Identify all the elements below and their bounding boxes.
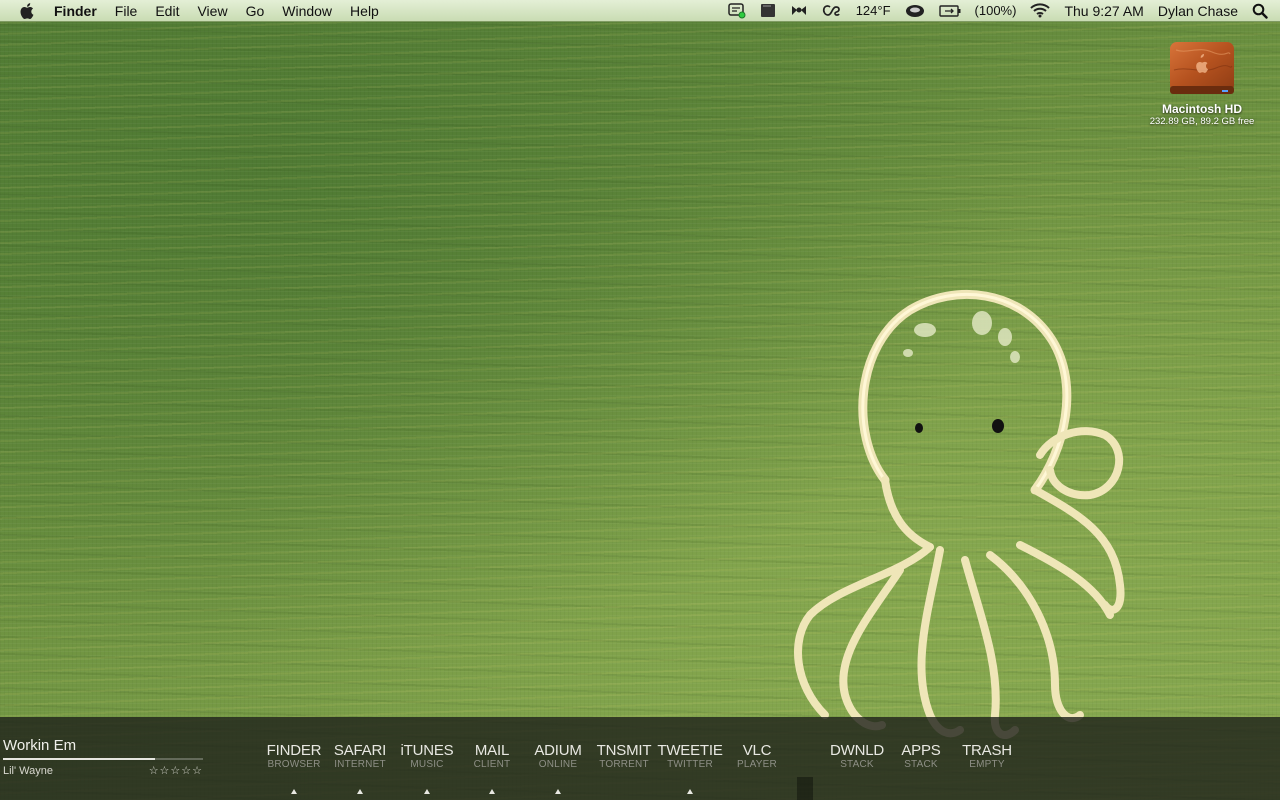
dock-item-sublabel: PLAYER bbox=[737, 759, 777, 770]
menu-file[interactable]: File bbox=[115, 3, 138, 19]
display-eye-icon[interactable] bbox=[905, 4, 925, 18]
now-playing-track: Workin Em bbox=[3, 737, 77, 754]
dock-item-label: SAFARI bbox=[333, 742, 387, 759]
now-playing-meta: Lil' Wayne ☆☆☆☆☆ bbox=[3, 764, 203, 778]
dock-item-label: iTUNES bbox=[400, 742, 454, 759]
temperature-readout[interactable]: 124°F bbox=[856, 3, 891, 18]
terminal-icon[interactable] bbox=[760, 3, 776, 18]
menu-go[interactable]: Go bbox=[246, 3, 265, 19]
dock-item-trash[interactable]: TRASH EMPTY bbox=[952, 742, 1022, 770]
dock-item-label: ADIUM bbox=[534, 742, 582, 759]
running-indicator bbox=[687, 789, 693, 794]
menu-help[interactable]: Help bbox=[350, 3, 379, 19]
macintosh-hd-desktop-icon[interactable]: Macintosh HD 232.89 GB, 89.2 GB free bbox=[1146, 40, 1258, 128]
dock-item-vlc[interactable]: VLC PLAYER bbox=[722, 742, 792, 770]
battery-percent[interactable]: (100%) bbox=[975, 3, 1017, 18]
apple-menu-icon[interactable] bbox=[19, 2, 37, 20]
running-indicator bbox=[489, 789, 495, 794]
status-area: 124°F (100%) Thu 9:27 AM Dylan Chase bbox=[727, 0, 1280, 22]
menubar-clock[interactable]: Thu 9:27 AM bbox=[1064, 3, 1143, 19]
dock-item-sublabel: EMPTY bbox=[969, 759, 1005, 770]
dock-item-sublabel: CLIENT bbox=[473, 759, 511, 770]
dock-item-label: TRASH bbox=[962, 742, 1012, 759]
menu-view[interactable]: View bbox=[197, 3, 227, 19]
dock-item-downloads-stack[interactable]: DWNLD STACK bbox=[822, 742, 892, 770]
menu-bar: Finder File Edit View Go Window Help 124… bbox=[0, 0, 1280, 22]
dock-item-label: TNSMIT bbox=[596, 742, 652, 759]
track-progress-bar[interactable] bbox=[3, 758, 203, 760]
now-playing-widget[interactable]: Workin Em Lil' Wayne ☆☆☆☆☆ bbox=[3, 737, 203, 777]
running-indicator bbox=[291, 789, 297, 794]
menu-window[interactable]: Window bbox=[282, 3, 332, 19]
hd-icon-name: Macintosh HD bbox=[1161, 102, 1242, 116]
menu-app-finder[interactable]: Finder bbox=[54, 3, 97, 19]
dock-item-sublabel: STACK bbox=[840, 759, 874, 770]
octopus-illustration bbox=[794, 289, 1125, 739]
dock-item-tweetie[interactable]: TWEETIE TWITTER bbox=[655, 742, 725, 794]
running-indicator bbox=[357, 789, 363, 794]
dock-item-mail[interactable]: MAIL CLIENT bbox=[457, 742, 527, 794]
dock-item-label: VLC bbox=[742, 742, 772, 759]
dock-item-itunes[interactable]: iTUNES MUSIC bbox=[392, 742, 462, 794]
dock-item-sublabel: INTERNET bbox=[334, 759, 386, 770]
dock-item-finder[interactable]: FINDER BROWSER bbox=[259, 742, 329, 794]
now-playing-artist: Lil' Wayne bbox=[3, 764, 53, 777]
dock-item-sublabel: MUSIC bbox=[410, 759, 444, 770]
dock-item-label: TWEETIE bbox=[657, 742, 723, 759]
tweetie-bird-icon[interactable] bbox=[790, 3, 808, 18]
rating-stars[interactable]: ☆☆☆☆☆ bbox=[149, 764, 203, 777]
dock-separator bbox=[797, 777, 813, 800]
menu-edit[interactable]: Edit bbox=[155, 3, 179, 19]
dock-item-label: MAIL bbox=[474, 742, 510, 759]
dock-item-label: APPS bbox=[901, 742, 941, 759]
dock-item-safari[interactable]: SAFARI INTERNET bbox=[325, 742, 395, 794]
dock-item-sublabel: ONLINE bbox=[538, 759, 578, 770]
dock-item-label: DWNLD bbox=[830, 742, 884, 759]
running-indicator bbox=[555, 789, 561, 794]
dock-item-sublabel: TWITTER bbox=[667, 759, 713, 770]
battery-icon[interactable] bbox=[938, 4, 961, 17]
hd-icon-info: 232.89 GB, 89.2 GB free bbox=[1149, 116, 1255, 127]
dock-item-sublabel: STACK bbox=[904, 759, 938, 770]
running-indicator bbox=[424, 789, 430, 794]
lastfm-icon[interactable] bbox=[822, 4, 842, 18]
adium-status-icon[interactable] bbox=[727, 2, 746, 19]
wifi-icon[interactable] bbox=[1030, 3, 1051, 18]
dock-item-label: FINDER bbox=[266, 742, 322, 759]
dock-item-apps-stack[interactable]: APPS STACK bbox=[886, 742, 956, 770]
spotlight-search-icon[interactable] bbox=[1252, 3, 1268, 19]
hard-drive-icon bbox=[1168, 40, 1236, 98]
dock-item-sublabel: TORRENT bbox=[599, 759, 649, 770]
dock-item-transmission[interactable]: TNSMIT TORRENT bbox=[589, 742, 659, 770]
dock-item-sublabel: BROWSER bbox=[267, 759, 321, 770]
dock-item-adium[interactable]: ADIUM ONLINE bbox=[523, 742, 593, 794]
track-progress-fill bbox=[3, 758, 155, 760]
fast-user-switch[interactable]: Dylan Chase bbox=[1158, 3, 1238, 19]
